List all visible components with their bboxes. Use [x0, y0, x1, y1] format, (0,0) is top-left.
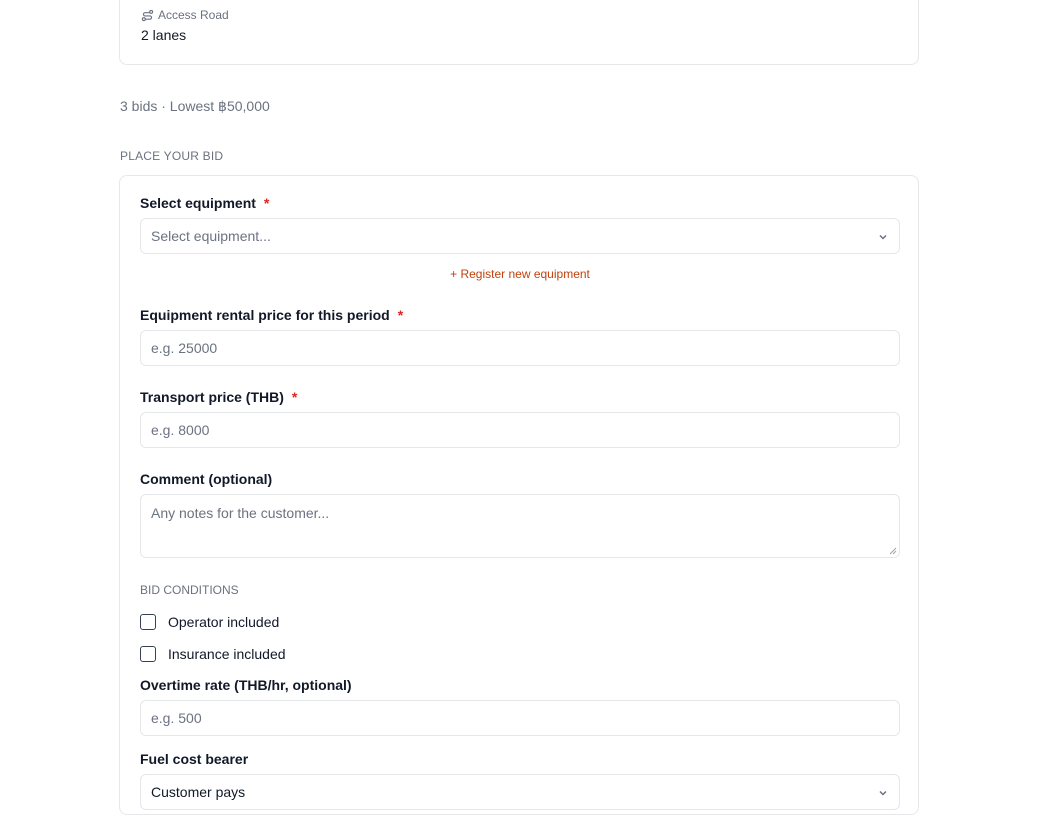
comment-textarea[interactable] — [141, 495, 899, 557]
insurance-included-row[interactable]: Insurance included — [140, 646, 286, 662]
overtime-label: Overtime rate (THB/hr, optional) — [140, 677, 352, 693]
rental-price-label: Equipment rental price for this period * — [140, 307, 404, 323]
transport-price-label: Transport price (THB) * — [140, 389, 298, 405]
bid-form: Select equipment * Select equipment... + … — [119, 175, 919, 815]
overtime-input[interactable] — [141, 701, 899, 735]
section-title: PLACE YOUR BID — [120, 149, 224, 163]
equipment-select[interactable]: Select equipment... — [140, 218, 900, 254]
spec-label-text: Access Road — [158, 8, 229, 22]
equipment-select-placeholder: Select equipment... — [151, 228, 271, 244]
fuel-select-value: Customer pays — [151, 784, 246, 800]
operator-included-row[interactable]: Operator included — [140, 614, 279, 630]
required-mark: * — [291, 389, 298, 405]
transport-price-field — [140, 412, 900, 448]
spec-value: 2 lanes — [141, 27, 187, 43]
spec-card: Access Road 2 lanes — [119, 0, 919, 65]
bid-summary: 3 bids · Lowest ฿50,000 — [120, 98, 270, 114]
conditions-title: BID CONDITIONS — [140, 583, 239, 597]
comment-field — [140, 494, 900, 558]
register-equipment-link[interactable]: + Register new equipment — [120, 267, 920, 281]
spec-label: Access Road — [141, 8, 229, 22]
resize-grip-icon[interactable] — [889, 547, 897, 555]
fuel-label: Fuel cost bearer — [140, 751, 249, 767]
rental-price-field — [140, 330, 900, 366]
fuel-select[interactable]: Customer pays — [140, 774, 900, 810]
required-mark: * — [263, 195, 270, 211]
chevron-down-icon — [879, 790, 887, 796]
equipment-label: Select equipment * — [140, 195, 270, 211]
transport-price-input[interactable] — [141, 413, 899, 447]
route-icon — [141, 9, 154, 21]
insurance-included-checkbox[interactable] — [140, 646, 156, 662]
operator-included-label: Operator included — [168, 614, 280, 630]
required-mark: * — [397, 307, 404, 323]
chevron-down-icon — [879, 234, 887, 240]
comment-label: Comment (optional) — [140, 471, 273, 487]
rental-price-input[interactable] — [141, 331, 899, 365]
operator-included-checkbox[interactable] — [140, 614, 156, 630]
insurance-included-label: Insurance included — [168, 646, 286, 662]
overtime-field — [140, 700, 900, 736]
